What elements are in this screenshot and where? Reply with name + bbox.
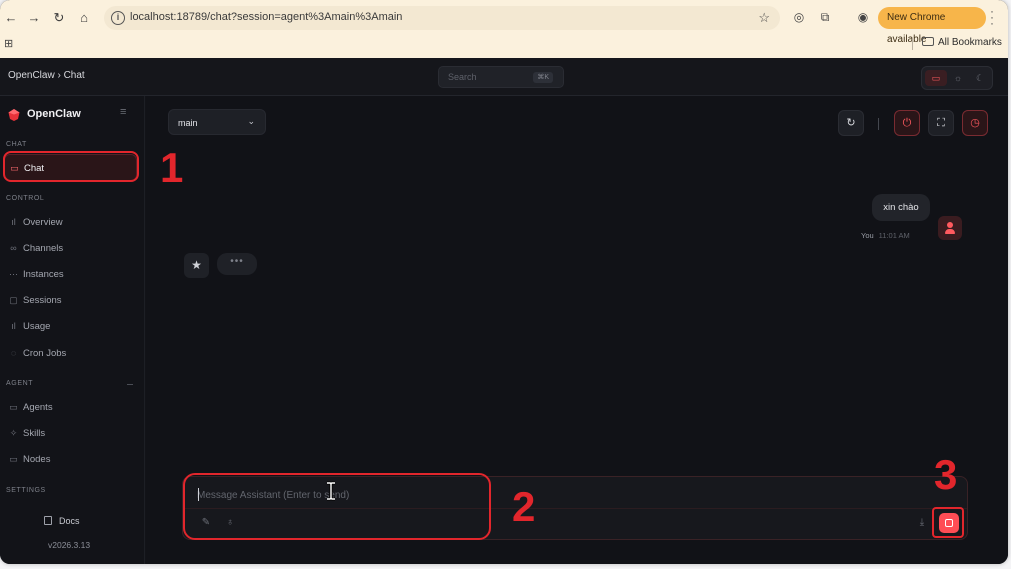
openclaw-logo-icon [8, 109, 20, 121]
forward-icon[interactable]: → [25, 9, 43, 27]
history-button[interactable]: ◷ [962, 110, 988, 136]
all-bookmarks-button[interactable]: All Bookmarks [922, 37, 1002, 48]
bookmark-star-icon[interactable]: ☆ [758, 10, 770, 26]
clock-icon: ◷ [970, 117, 980, 129]
bar-chart-icon: ıl [11, 321, 16, 331]
section-settings: SETTINGS [6, 487, 46, 494]
home-icon[interactable]: ⌂ [75, 9, 93, 27]
sidebar-item-agents[interactable]: ▭ Agents [4, 394, 137, 421]
message-time: 11:01 AM [878, 231, 910, 240]
sidebar-item-instances[interactable]: ⋯ Instances [4, 261, 137, 288]
breadcrumb: OpenClaw › Chat [8, 70, 85, 81]
update-chrome-button[interactable]: New Chrome available [878, 7, 986, 45]
typing-indicator: ••• [217, 253, 257, 275]
folder-icon [922, 37, 934, 46]
sidebar-item-label: Instances [23, 269, 64, 280]
search-placeholder: Search [448, 72, 477, 82]
apps-grid-icon[interactable]: ⊞ [4, 37, 13, 50]
annotation-box-1 [3, 151, 139, 182]
docs-link[interactable]: Docs [44, 516, 80, 526]
bookmark-divider [912, 38, 913, 50]
monitor-icon: ▭ [9, 454, 18, 464]
sidebar-item-nodes[interactable]: ▭ Nodes [4, 446, 137, 473]
version-label: v2026.3.13 [48, 540, 91, 550]
search-shortcut-badge: ⌘K [533, 72, 553, 83]
address-bar[interactable]: i localhost:18789/chat?session=agent%3Am… [104, 6, 780, 30]
bar-chart-icon: ıl [11, 217, 16, 227]
annotation-number-2: 2 [512, 483, 536, 530]
user-avatar [938, 216, 962, 240]
sidebar-item-sessions[interactable]: ▢ Sessions [4, 287, 137, 314]
download-icon[interactable]: ⤓ [915, 516, 929, 530]
book-icon [44, 516, 52, 525]
sidebar-item-label: Channels [23, 243, 64, 254]
browser-toolbar: ← → ↻ ⌂ i localhost:18789/chat?session=a… [0, 0, 1008, 58]
clock-icon: ◌ [10, 348, 17, 358]
profile-icon[interactable]: ◉ [855, 9, 871, 25]
back-icon[interactable]: ← [2, 9, 20, 27]
brand-name: OpenClaw [27, 108, 81, 120]
refresh-button[interactable]: ↻ [838, 110, 864, 136]
sparkle-icon: ✧ [9, 428, 18, 438]
docs-label: Docs [59, 516, 80, 526]
reload-icon[interactable]: ↻ [50, 9, 68, 27]
session-value: main [178, 118, 198, 128]
site-info-icon[interactable]: i [111, 11, 125, 25]
user-message-bubble: xin chào [872, 194, 930, 221]
sidebar-item-channels[interactable]: ∞ Channels [4, 235, 137, 262]
signal-icon: ⋯ [9, 269, 18, 279]
extensions-icon[interactable]: ⧉ [817, 9, 833, 25]
sidebar-item-overview[interactable]: ıl Overview [4, 209, 137, 236]
focus-mode-button[interactable]: ⛶ [928, 110, 954, 136]
sidebar-item-label: Usage [23, 321, 51, 332]
annotation-number-1: 1 [160, 144, 184, 191]
message-meta: You 11:01 AM [861, 231, 910, 240]
sidebar-item-label: Overview [23, 217, 63, 228]
moon-theme-icon[interactable]: ☾ [969, 70, 991, 86]
sidebar-item-skills[interactable]: ✧ Skills [4, 420, 137, 447]
user-avatar-icon [947, 222, 953, 228]
focus-frame-icon: ⛶ [937, 117, 945, 129]
toolbar-divider [878, 118, 879, 130]
sidebar-item-label: Cron Jobs [23, 348, 67, 359]
brain-toggle-button[interactable]: ⏻ [894, 110, 920, 136]
section-chat: CHAT [6, 141, 27, 148]
theme-switcher: ▭ ☼ ☾ [921, 66, 993, 90]
screenshot-icon[interactable]: ◎ [791, 9, 807, 25]
annotation-number-3: 3 [934, 451, 958, 498]
sidebar-item-label: Skills [23, 428, 46, 439]
section-control: CONTROL [6, 195, 45, 202]
more-menu-icon[interactable]: · · · [990, 5, 994, 29]
sidebar-item-label: Agents [23, 402, 53, 413]
section-collapse-dash[interactable] [127, 384, 133, 385]
sidebar-item-cron-jobs[interactable]: ◌ Cron Jobs [4, 340, 137, 367]
browser-window: ← → ↻ ⌂ i localhost:18789/chat?session=a… [0, 0, 1008, 564]
refresh-icon: ↻ [846, 117, 856, 129]
message-author: You [861, 231, 874, 240]
sidebar-item-label: Nodes [23, 454, 51, 465]
document-icon: ▢ [9, 295, 18, 305]
sun-theme-icon[interactable]: ☼ [947, 70, 969, 86]
app-topbar: OpenClaw › Chat Search ⌘K ▭ ☼ ☾ [0, 58, 1008, 96]
session-select[interactable]: main ⌄ [168, 109, 266, 135]
monitor-theme-icon[interactable]: ▭ [925, 70, 947, 86]
chevron-down-icon: ⌄ [247, 116, 255, 126]
url-text[interactable]: localhost:18789/chat?session=agent%3Amai… [130, 11, 402, 23]
section-agent: AGENT [6, 380, 34, 387]
sidebar-item-usage[interactable]: ıl Usage [4, 313, 137, 340]
annotation-box-3 [932, 507, 964, 538]
folder-icon: ▭ [9, 402, 18, 412]
text-cursor-icon [327, 481, 335, 501]
link-icon: ∞ [10, 243, 17, 253]
assistant-avatar-star-icon: ★ [184, 253, 209, 278]
search-box[interactable]: Search ⌘K [438, 66, 564, 88]
sidebar-item-label: Sessions [23, 295, 62, 306]
user-avatar-icon-body [945, 229, 955, 234]
collapse-menu-icon[interactable]: ≡ [120, 106, 126, 118]
power-icon: ⏻ [902, 117, 912, 129]
all-bookmarks-label: All Bookmarks [938, 37, 1002, 48]
